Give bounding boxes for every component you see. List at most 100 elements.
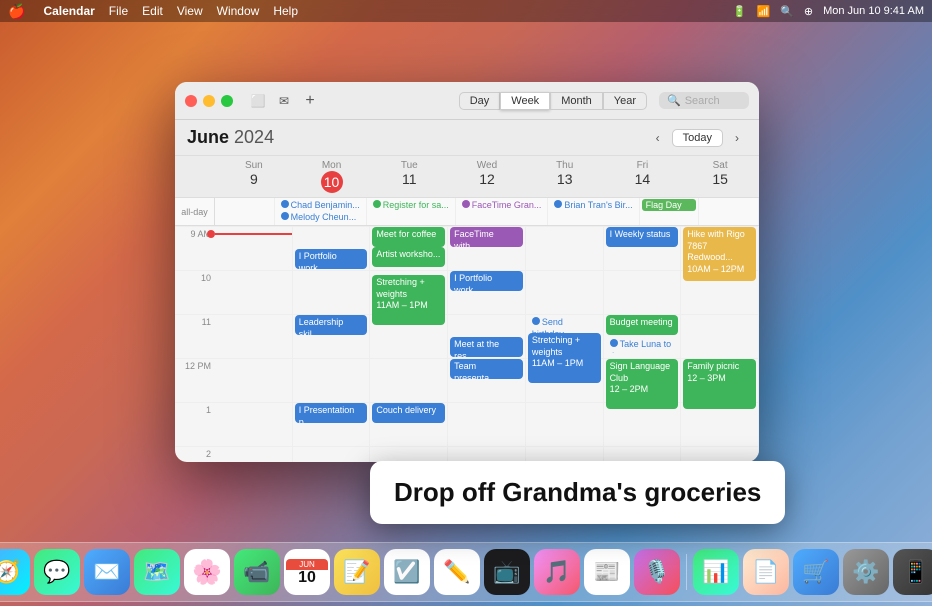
grid-mon-11: Leadership skil...: [293, 314, 371, 358]
allday-event-chad[interactable]: Chad Benjamin...: [277, 199, 364, 211]
dock: 🔵 🚀 🧭 💬 ✉️ 🗺️ 🌸 📹 JUN 10 📝 ☑️ ✏️: [0, 542, 932, 602]
maximize-button[interactable]: [221, 95, 233, 107]
search-icon: 🔍: [667, 94, 681, 107]
minimize-button[interactable]: [203, 95, 215, 107]
time-grid[interactable]: 9 AM I Portfolio work... Meet for coffee…: [175, 226, 759, 462]
dock-photos[interactable]: 🌸: [184, 549, 230, 595]
nav-prev-button[interactable]: ‹: [648, 128, 668, 148]
event-stretching-tue[interactable]: Stretching + weights11AM – 1PM: [372, 275, 445, 325]
menu-view[interactable]: View: [177, 4, 203, 18]
allday-event-register[interactable]: Register for sa...: [369, 199, 453, 211]
dock-podcasts[interactable]: 🎙️: [634, 549, 680, 595]
view-day[interactable]: Day: [459, 92, 501, 110]
menu-help[interactable]: Help: [273, 4, 298, 18]
dock-reminders[interactable]: ☑️: [384, 549, 430, 595]
sidebar-toggle-icon[interactable]: ⬜: [249, 92, 267, 110]
menubar-search[interactable]: 🔍: [780, 5, 794, 18]
day-num-13: 13: [528, 171, 602, 188]
menu-file[interactable]: File: [109, 4, 128, 18]
dock-maps[interactable]: 🗺️: [134, 549, 180, 595]
add-event-button[interactable]: +: [301, 92, 319, 110]
view-month[interactable]: Month: [550, 92, 603, 110]
event-send-birthday[interactable]: Send birthday...: [528, 315, 601, 333]
menubar-wifi: 📶: [756, 5, 770, 18]
event-presentation-mon[interactable]: I Presentation p...: [295, 403, 368, 423]
menu-edit[interactable]: Edit: [142, 4, 163, 18]
event-leadership[interactable]: Leadership skil...: [295, 315, 368, 335]
allday-row: all-day Chad Benjamin... Melody Cheun...…: [175, 198, 759, 226]
event-stretching-thu[interactable]: Stretching + weights11AM – 1PM: [528, 333, 601, 383]
event-budget-meeting[interactable]: Budget meeting: [606, 315, 679, 335]
dock-appstore[interactable]: 🛒: [793, 549, 839, 595]
dock-facetime[interactable]: 📹: [234, 549, 280, 595]
dock-mail[interactable]: ✉️: [84, 549, 130, 595]
allday-event-brian[interactable]: Brian Tran's Bir...: [550, 199, 636, 211]
allday-event-flagday[interactable]: Flag Day: [642, 199, 697, 211]
close-button[interactable]: [185, 95, 197, 107]
grid-thu-10: [526, 270, 604, 314]
event-meet-coffee[interactable]: Meet for coffee: [372, 227, 445, 247]
day-label-sat: Sat: [683, 160, 757, 171]
event-artist-worksho[interactable]: Artist worksho...: [372, 247, 445, 267]
year-label: 2024: [234, 127, 274, 147]
view-week[interactable]: Week: [500, 92, 550, 110]
menubar-control[interactable]: ⊕: [804, 5, 813, 18]
event-couch[interactable]: Couch delivery: [372, 403, 445, 423]
event-portfolio-wed[interactable]: I Portfolio work...: [450, 271, 523, 291]
grid-fri-9: I Weekly status: [604, 226, 682, 270]
grid-fri-2: [604, 446, 682, 462]
day-num-11: 11: [372, 171, 446, 188]
view-year[interactable]: Year: [603, 92, 647, 110]
titlebar: ⬜ ✉ + Day Week Month Year 🔍 Search: [175, 82, 759, 120]
day-label-wed: Wed: [450, 160, 524, 171]
grid-mon-10: [293, 270, 371, 314]
allday-wed: FaceTime Gran...: [456, 198, 549, 225]
day-header-mon: Mon 10: [293, 156, 371, 197]
event-family-picnic[interactable]: Family picnic12 – 3PM: [683, 359, 756, 409]
event-take-luna[interactable]: Take Luna to th...: [606, 337, 679, 353]
event-meet-res[interactable]: Meet at the res...: [450, 337, 523, 357]
allday-fri: Flag Day: [640, 198, 700, 225]
app-name[interactable]: Calendar: [43, 4, 94, 18]
dock-systemprefs[interactable]: ⚙️: [843, 549, 889, 595]
inbox-icon[interactable]: ✉: [275, 92, 293, 110]
event-sign-language[interactable]: Sign Language Club12 – 2PM: [606, 359, 679, 409]
dock-iphone-mirror[interactable]: 📱: [893, 549, 932, 595]
allday-event-facetime[interactable]: FaceTime Gran...: [458, 199, 546, 211]
grid-thu-11: Send birthday... Stretching + weights11A…: [526, 314, 604, 358]
nav-next-button[interactable]: ›: [727, 128, 747, 148]
dock-calendar[interactable]: JUN 10: [284, 549, 330, 595]
event-team-presenta[interactable]: Team presenta...: [450, 359, 523, 379]
apple-menu[interactable]: 🍎: [8, 3, 25, 20]
dock-music[interactable]: 🎵: [534, 549, 580, 595]
search-bar[interactable]: 🔍 Search: [659, 92, 749, 109]
day-label-sun: Sun: [217, 160, 291, 171]
event-weekly-status[interactable]: I Weekly status: [606, 227, 679, 247]
dock-appletv[interactable]: 📺: [484, 549, 530, 595]
grid-sat-12: Family picnic12 – 3PM: [681, 358, 759, 402]
grid-sat-2: [681, 446, 759, 462]
grid-sun-9: [215, 226, 293, 270]
allday-event-melody[interactable]: Melody Cheun...: [277, 211, 364, 223]
menu-window[interactable]: Window: [217, 4, 260, 18]
dock-messages[interactable]: 💬: [34, 549, 80, 595]
dock-news[interactable]: 📰: [584, 549, 630, 595]
event-portfolio-mon[interactable]: I Portfolio work...: [295, 249, 368, 269]
search-placeholder: Search: [685, 95, 720, 107]
dock-notes[interactable]: 📝: [334, 549, 380, 595]
event-hike-rigo[interactable]: Hike with Rigo7867 Redwood...10AM – 12PM: [683, 227, 756, 281]
grid-fri-12: Sign Language Club12 – 2PM: [604, 358, 682, 402]
dock-pages[interactable]: 📄: [743, 549, 789, 595]
corner-label: [175, 156, 215, 197]
day-label-thu: Thu: [528, 160, 602, 171]
grid-sun-10: [215, 270, 293, 314]
grid-sun-12: [215, 358, 293, 402]
day-label-mon: Mon: [295, 160, 369, 171]
grid-wed-11: Meet at the res...: [448, 314, 526, 358]
dock-freeform[interactable]: ✏️: [434, 549, 480, 595]
allday-sat: [699, 198, 759, 225]
today-button[interactable]: Today: [672, 129, 723, 147]
dock-numbers[interactable]: 📊: [693, 549, 739, 595]
dock-safari[interactable]: 🧭: [0, 549, 30, 595]
event-facetime-with[interactable]: FaceTime with...: [450, 227, 523, 247]
